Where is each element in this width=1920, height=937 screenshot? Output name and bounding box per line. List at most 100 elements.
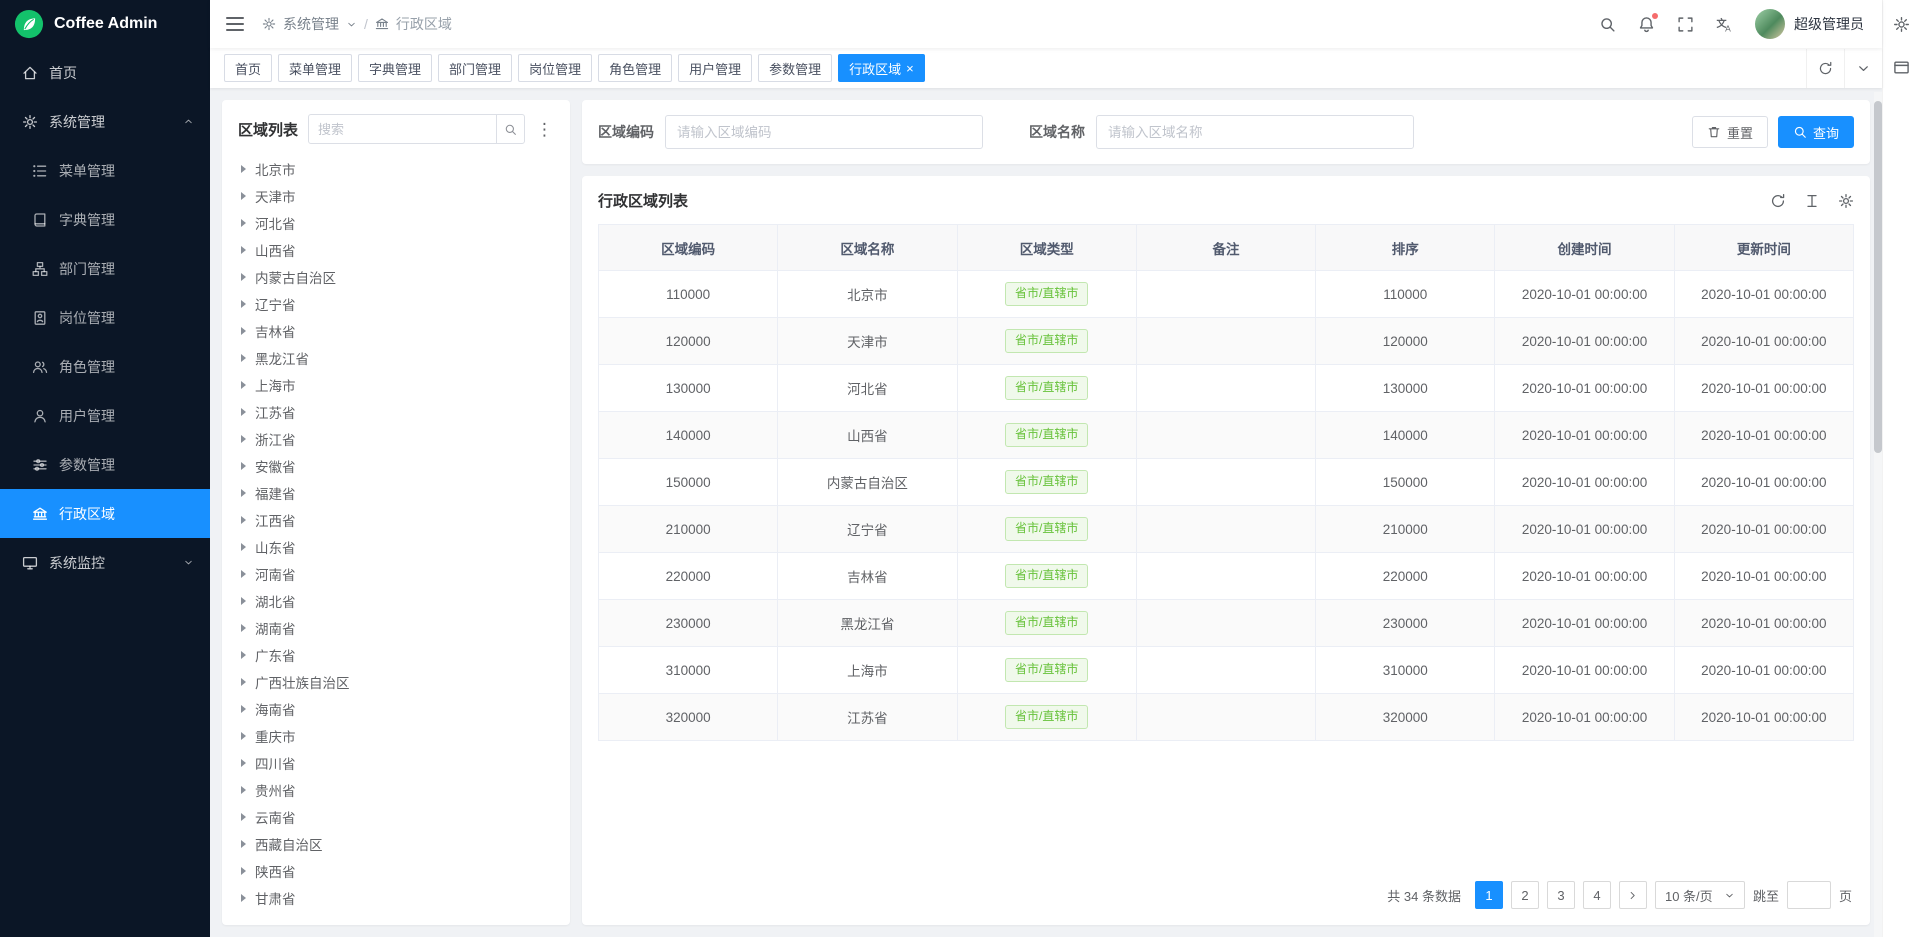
caret-right-icon[interactable] [241,516,246,524]
chevron-down-icon[interactable] [1844,49,1882,88]
table-row[interactable]: 310000 上海市 省市/直辖市 310000 2020-10-01 00:0… [599,647,1854,694]
caret-right-icon[interactable] [241,246,246,254]
gear-icon[interactable] [1838,193,1854,209]
table-row[interactable]: 320000 江苏省 省市/直辖市 320000 2020-10-01 00:0… [599,694,1854,741]
tree-node[interactable]: 贵州省 [238,776,554,803]
sidebar-subitem[interactable]: 行政区域 [0,489,210,538]
refresh-icon[interactable] [1770,193,1786,209]
table-row[interactable]: 210000 辽宁省 省市/直辖市 210000 2020-10-01 00:0… [599,506,1854,553]
tree-node[interactable]: 山东省 [238,533,554,560]
tree-node[interactable]: 湖北省 [238,587,554,614]
refresh-icon[interactable] [1806,49,1844,88]
view-tab[interactable]: 部门管理 [438,54,512,82]
region-code-input[interactable] [665,115,983,149]
tree-node[interactable]: 安徽省 [238,452,554,479]
tree-node[interactable]: 吉林省 [238,317,554,344]
tree-node[interactable]: 上海市 [238,371,554,398]
tree-node[interactable]: 河南省 [238,560,554,587]
sidebar-subitem[interactable]: 字典管理 [0,195,210,244]
hamburger-icon[interactable] [226,17,244,31]
caret-right-icon[interactable] [241,597,246,605]
view-tab[interactable]: 菜单管理 [278,54,352,82]
sidebar-subitem[interactable]: 菜单管理 [0,146,210,195]
view-tab[interactable]: 岗位管理 [518,54,592,82]
scrollbar-thumb[interactable] [1874,101,1882,453]
caret-right-icon[interactable] [241,786,246,794]
caret-right-icon[interactable] [241,624,246,632]
table-row[interactable]: 130000 河北省 省市/直辖市 130000 2020-10-01 00:0… [599,365,1854,412]
fullscreen-icon[interactable] [1677,16,1694,33]
caret-right-icon[interactable] [241,381,246,389]
view-tab[interactable]: 行政区域 × [838,54,925,82]
view-tab[interactable]: 角色管理 [598,54,672,82]
page-button[interactable]: 3 [1547,881,1575,909]
breadcrumb-level1[interactable]: 系统管理 [283,14,339,34]
page-button[interactable]: 2 [1511,881,1539,909]
tree-node[interactable]: 辽宁省 [238,290,554,317]
tree-search-input[interactable] [309,122,496,137]
tree-node[interactable]: 重庆市 [238,722,554,749]
caret-right-icon[interactable] [241,570,246,578]
caret-right-icon[interactable] [241,192,246,200]
sidebar-subitem[interactable]: 参数管理 [0,440,210,489]
table-row[interactable]: 110000 北京市 省市/直辖市 110000 2020-10-01 00:0… [599,271,1854,318]
tree-node[interactable]: 浙江省 [238,425,554,452]
caret-right-icon[interactable] [241,354,246,362]
user-menu[interactable]: 超级管理员 [1755,9,1864,39]
tree-node[interactable]: 云南省 [238,803,554,830]
caret-right-icon[interactable] [241,651,246,659]
tree-node[interactable]: 西藏自治区 [238,830,554,857]
sidebar-group-system[interactable]: 系统管理 [0,97,210,146]
tree-node[interactable]: 广东省 [238,641,554,668]
caret-right-icon[interactable] [241,435,246,443]
next-page-button[interactable] [1619,881,1647,909]
tree-node[interactable]: 山西省 [238,236,554,263]
caret-right-icon[interactable] [241,543,246,551]
tree-node[interactable]: 内蒙古自治区 [238,263,554,290]
page-button[interactable]: 1 [1475,881,1503,909]
density-icon[interactable] [1804,193,1820,209]
screen-icon[interactable] [1893,59,1910,76]
page-button[interactable]: 4 [1583,881,1611,909]
more-options-icon[interactable]: ⋮ [535,121,554,138]
close-icon[interactable]: × [906,62,914,75]
tree-node[interactable]: 天津市 [238,182,554,209]
gear-icon[interactable] [1893,16,1910,33]
view-tab[interactable]: 字典管理 [358,54,432,82]
bell-icon[interactable] [1638,16,1655,33]
caret-right-icon[interactable] [241,165,246,173]
jump-page-input[interactable] [1787,881,1831,909]
sidebar-group-monitor[interactable]: 系统监控 [0,538,210,587]
caret-right-icon[interactable] [241,813,246,821]
sidebar-item-home[interactable]: 首页 [0,48,210,97]
caret-right-icon[interactable] [241,273,246,281]
tree-node[interactable]: 福建省 [238,479,554,506]
table-row[interactable]: 120000 天津市 省市/直辖市 120000 2020-10-01 00:0… [599,318,1854,365]
tree-node[interactable]: 四川省 [238,749,554,776]
tree-node[interactable]: 广西壮族自治区 [238,668,554,695]
caret-right-icon[interactable] [241,759,246,767]
tree-node[interactable]: 江西省 [238,506,554,533]
caret-right-icon[interactable] [241,300,246,308]
tree-node[interactable]: 海南省 [238,695,554,722]
search-icon[interactable] [1599,16,1616,33]
tree-node[interactable]: 江苏省 [238,398,554,425]
tree-node[interactable]: 陕西省 [238,857,554,884]
table-row[interactable]: 150000 内蒙古自治区 省市/直辖市 150000 2020-10-01 0… [599,459,1854,506]
chevron-down-icon[interactable] [346,19,357,30]
translate-icon[interactable]: 文A [1716,16,1733,33]
view-tab[interactable]: 用户管理 [678,54,752,82]
page-size-select[interactable]: 10 条/页 [1655,881,1745,909]
tree-node[interactable]: 甘肃省 [238,884,554,911]
scrollbar[interactable] [1874,92,1882,937]
table-row[interactable]: 220000 吉林省 省市/直辖市 220000 2020-10-01 00:0… [599,553,1854,600]
caret-right-icon[interactable] [241,840,246,848]
search-icon[interactable] [496,115,524,143]
tree-node[interactable]: 北京市 [238,155,554,182]
tree-node[interactable]: 湖南省 [238,614,554,641]
caret-right-icon[interactable] [241,408,246,416]
region-name-input[interactable] [1096,115,1414,149]
tree-node[interactable]: 黑龙江省 [238,344,554,371]
sidebar-subitem[interactable]: 用户管理 [0,391,210,440]
caret-right-icon[interactable] [241,489,246,497]
